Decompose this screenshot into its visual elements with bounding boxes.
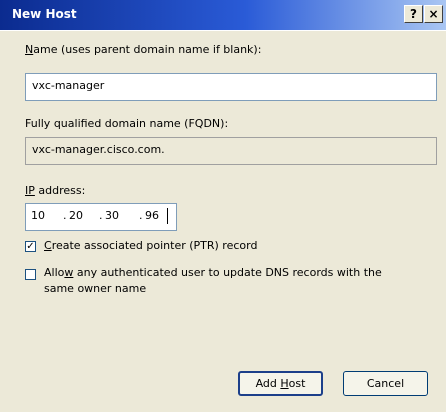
allow-update-label-line2: same owner name: [44, 282, 147, 295]
ip-dot: .: [99, 209, 103, 222]
ip-address-input[interactable]: 10 . 20 . 30 . 96: [25, 203, 177, 231]
title-bar: New Host ? ×: [0, 0, 446, 31]
ip-octet-2[interactable]: 20: [69, 209, 83, 222]
ip-label: IP address:: [25, 184, 86, 197]
fqdn-field: vxc-manager.cisco.com.: [25, 137, 437, 165]
window-title: New Host: [12, 7, 77, 21]
close-button[interactable]: ×: [424, 5, 443, 23]
ip-dot: .: [139, 209, 143, 222]
ip-octet-4[interactable]: 96: [145, 209, 159, 222]
ip-octet-1[interactable]: 10: [31, 209, 45, 222]
add-host-button[interactable]: Add Host: [238, 371, 323, 396]
cancel-button[interactable]: Cancel: [343, 371, 428, 396]
help-button[interactable]: ?: [404, 5, 423, 23]
allow-update-label: Allow any authenticated user to update D…: [44, 266, 382, 279]
ptr-checkbox-label: Create associated pointer (PTR) record: [44, 239, 258, 252]
fqdn-label: Fully qualified domain name (FQDN):: [25, 117, 229, 130]
ip-octet-3[interactable]: 30: [105, 209, 119, 222]
ptr-checkbox[interactable]: ✓: [25, 241, 36, 252]
ip-dot: .: [63, 209, 67, 222]
name-input[interactable]: vxc-manager: [25, 73, 437, 101]
text-caret: [167, 208, 168, 224]
name-label: Name (uses parent domain name if blank):: [25, 43, 262, 56]
allow-update-checkbox[interactable]: [25, 269, 36, 280]
